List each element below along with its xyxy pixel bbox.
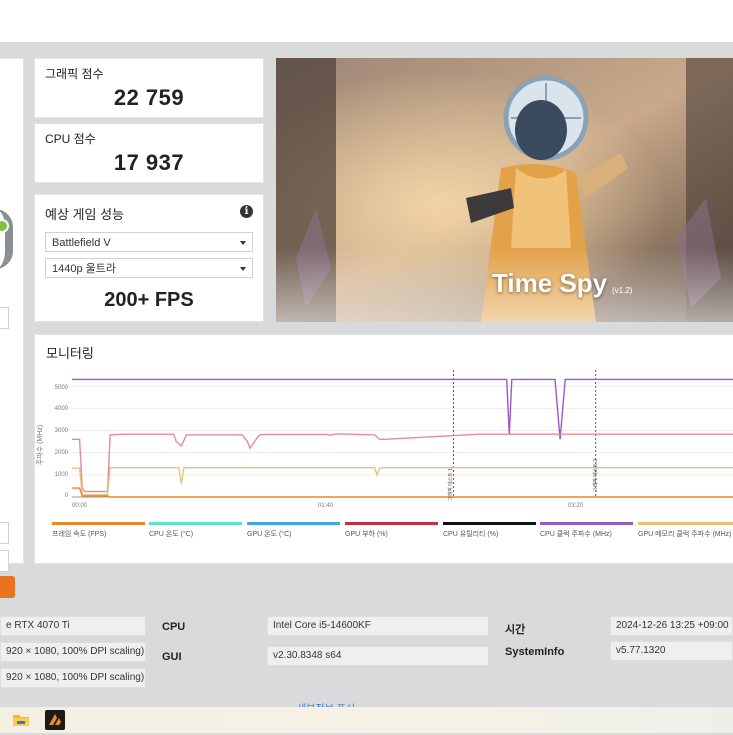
cpu-score-value: 17 937 <box>113 150 185 175</box>
legend-label: GPU 온도 (°C) <box>247 531 292 538</box>
time-label: 시간 <box>505 624 526 636</box>
game-performance-title: 예상 게임 성능 <box>45 207 124 222</box>
folder-icon[interactable] <box>12 713 30 727</box>
legend-label: 프레임 속도 (FPS) <box>52 531 107 538</box>
game-select[interactable]: Battlefield V <box>45 232 253 252</box>
legend-label: CPU 온도 (°C) <box>149 531 194 538</box>
series-line <box>72 466 733 496</box>
gpu-name-value: e RTX 4070 Ti <box>6 620 70 631</box>
gui-value: v2.30.8348 s64 <box>273 650 342 661</box>
display1-value: 920 × 1080, 100% DPI scaling) <box>6 646 145 657</box>
legend-swatch <box>638 522 733 525</box>
game-select-value: Battlefield V <box>52 237 111 249</box>
cpu-score-label: CPU 점수 <box>45 132 96 146</box>
time-spy-banner: Time Spy (v1.2) <box>276 58 733 322</box>
top-bar <box>0 0 733 42</box>
graphics-score-label: 그래픽 점수 <box>45 67 104 81</box>
y-tick-label: 4000 <box>54 406 68 412</box>
x-tick-label: 00:00 <box>72 503 88 509</box>
cpu-value: Intel Core i5-14600KF <box>273 620 371 631</box>
gui-label: GUI <box>162 651 182 663</box>
y-tick-label: 1000 <box>54 472 68 478</box>
legend-label: CPU 클럭 주파수 (MHz) <box>540 531 612 538</box>
systeminfo-label: SystemInfo <box>505 646 565 658</box>
display2-field: 920 × 1080, 100% DPI scaling) <box>0 668 146 688</box>
display1-field: 920 × 1080, 100% DPI scaling) <box>0 642 146 662</box>
cpu-score-card: CPU 점수 17 937 <box>34 123 264 183</box>
left-action-button[interactable] <box>0 576 15 598</box>
legend-swatch <box>345 522 438 525</box>
systeminfo-field: v5.77.1320 <box>610 641 733 661</box>
left-field[interactable] <box>0 550 9 572</box>
display2-value: 920 × 1080, 100% DPI scaling) <box>6 672 145 683</box>
game-performance-card: 예상 게임 성능 i Battlefield V 1440p 울트라 200+ … <box>34 194 264 322</box>
app-icon[interactable] <box>45 710 65 730</box>
systeminfo-value: v5.77.1320 <box>616 645 666 656</box>
y-tick-label: 5000 <box>54 385 68 391</box>
graphics-score-value: 22 759 <box>113 85 185 110</box>
gui-field: v2.30.8348 s64 <box>267 646 489 666</box>
left-summary-card <box>0 58 24 598</box>
legend-swatch <box>52 522 145 525</box>
fps-value: 200+ FPS <box>104 289 194 311</box>
time-field: 2024-12-26 13:25 +09:00 <box>610 616 733 636</box>
y-tick-label: 2000 <box>54 450 68 456</box>
x-tick-label: 01:40 <box>318 503 334 509</box>
monitoring-chart <box>72 370 733 498</box>
legend-label: CPU 유틸리티 (%) <box>443 531 499 538</box>
resolution-select-value: 1440p 울트라 <box>52 263 117 275</box>
cpu-field: Intel Core i5-14600KF <box>267 616 489 636</box>
left-field[interactable] <box>0 307 9 329</box>
marker-label-wrap: 그래픽 테스트 2 <box>593 459 609 494</box>
marker-label: 그래픽 테스트 2 <box>593 458 600 493</box>
left-field[interactable] <box>0 522 9 544</box>
legend-swatch <box>443 522 536 525</box>
legend-label: GPU 메모리 클럭 주파수 (MHz) <box>638 531 732 538</box>
chevron-down-icon <box>240 241 246 245</box>
x-tick-label: 03:20 <box>568 503 584 509</box>
graphics-score-card: 그래픽 점수 22 759 <box>34 58 264 118</box>
banner-title: Time Spy <box>492 268 608 298</box>
series-line <box>72 433 733 493</box>
y-tick-label: 3000 <box>54 428 68 434</box>
legend-swatch <box>540 522 633 525</box>
resolution-select[interactable]: 1440p 울트라 <box>45 258 253 278</box>
legend-label: GPU 부하 (%) <box>345 531 388 538</box>
marker-label-wrap: 그래픽 테스트 1 <box>448 468 464 501</box>
legend-swatch <box>247 522 340 525</box>
y-axis-label: 주파수 (MHz) <box>37 424 45 466</box>
marker-label: 그래픽 테스트 1 <box>448 467 455 502</box>
y-tick-label: 0 <box>64 493 68 499</box>
legend-swatch <box>149 522 242 525</box>
cpu-label: CPU <box>162 621 186 633</box>
series-line <box>72 487 733 498</box>
monitoring-title: 모니터링 <box>46 346 94 361</box>
info-icon[interactable]: i <box>240 205 253 218</box>
time-value: 2024-12-26 13:25 +09:00 <box>616 620 729 631</box>
score-gauge <box>0 209 13 269</box>
taskbar <box>0 707 733 733</box>
gpu-name-field: e RTX 4070 Ti <box>0 616 146 636</box>
banner-version: (v1.2) <box>612 286 633 295</box>
chevron-down-icon <box>240 267 246 271</box>
